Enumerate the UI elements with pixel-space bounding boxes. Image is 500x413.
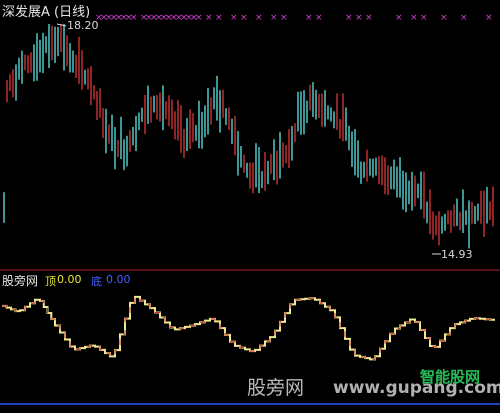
indicator-name: 股旁网 (2, 274, 39, 288)
signal-marker: × (345, 13, 353, 23)
indicator-bottom-label: 底 (91, 275, 102, 288)
indicator-top-label: 顶 (45, 275, 56, 288)
watermark-logo: 智能股网 (420, 368, 481, 386)
signal-marker: × (420, 13, 428, 23)
chart-title: 深发展A (日线) (2, 5, 91, 20)
indicator-top-value: 0.00 (57, 273, 82, 286)
signal-marker: × (230, 13, 238, 23)
signal-marker: × (205, 13, 213, 23)
signal-marker: × (195, 13, 203, 23)
price-low-label: 14.93 (441, 248, 473, 261)
indicator-step-line (2, 295, 495, 361)
signal-marker: × (240, 13, 248, 23)
signal-marker: × (270, 13, 278, 23)
signal-marker: × (395, 13, 403, 23)
signal-marker: × (255, 13, 263, 23)
price-high-label: 18.20 (67, 19, 99, 32)
chart-canvas: ×××××××× ×××××××××××× × × × × × × × × × × × × × × × × × × (0, 13, 500, 405)
signal-marker: × (485, 13, 493, 23)
signal-marker: × (315, 13, 323, 23)
price-candles (3, 24, 494, 249)
signal-marker: × (410, 13, 418, 23)
signal-marker: × (460, 13, 468, 23)
signal-marker: × (130, 13, 138, 23)
signal-marker: × (305, 13, 313, 23)
signal-marker: × (215, 13, 223, 23)
signal-markers: ×××××××× ×××××××××××× × × × × × × × × × × × × × × × × × × (95, 13, 493, 23)
indicator-bottom-value: 0.00 (106, 273, 131, 286)
signal-marker: × (440, 13, 448, 23)
signal-marker: × (365, 13, 373, 23)
watermark-text: 股旁网 (247, 377, 305, 399)
signal-marker: × (355, 13, 363, 23)
signal-marker: × (280, 13, 288, 23)
